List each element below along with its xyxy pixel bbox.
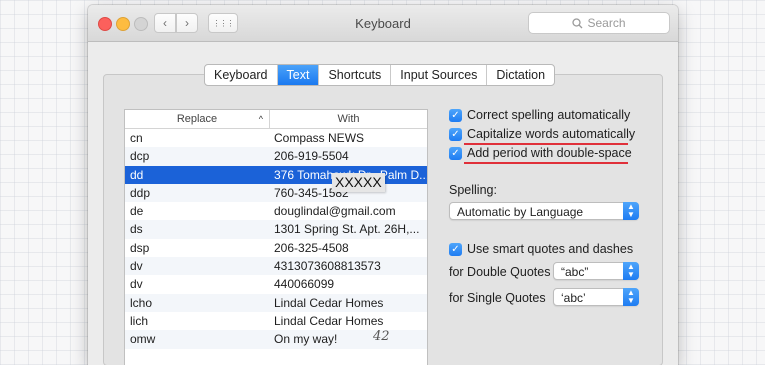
search-field[interactable]: Search: [528, 12, 670, 34]
double-quotes-select[interactable]: “abc” ▲ ▼: [553, 262, 639, 280]
double-quotes-label: for Double Quotes: [449, 265, 551, 279]
title-bar: ‹ › ⋮⋮⋮ Keyboard Search: [88, 5, 678, 42]
capitalize-words-checkbox[interactable]: ✓ Capitalize words automatically: [449, 127, 635, 141]
search-icon: [572, 17, 583, 28]
table-row[interactable]: dcp 206-919-5504: [125, 147, 427, 166]
handwritten-number: 42: [373, 329, 390, 344]
table-row[interactable]: ds 1301 Spring St. Apt. 26H,...: [125, 220, 427, 239]
table-row[interactable]: dv 440066099: [125, 275, 427, 293]
table-row[interactable]: lcho Lindal Cedar Homes: [125, 293, 427, 312]
chevron-updown-icon: ▲ ▼: [623, 202, 639, 220]
with-cell: douglindal@gmail.com: [274, 204, 396, 219]
tab-bar: Keyboard Text Shortcuts Input Sources Di…: [204, 64, 556, 86]
replace-cell: dv: [130, 259, 143, 274]
table-row[interactable]: lich Lindal Cedar Homes: [125, 312, 427, 330]
tab-text[interactable]: Text: [277, 65, 320, 85]
correct-spelling-checkbox[interactable]: ✓ Correct spelling automatically: [449, 108, 630, 122]
with-cell: Lindal Cedar Homes: [274, 313, 384, 328]
replace-cell: ddp: [130, 185, 151, 200]
tab-dictation[interactable]: Dictation: [487, 65, 554, 85]
chevron-updown-icon: ▲ ▼: [623, 288, 639, 306]
red-underline-annotation: [464, 143, 628, 145]
with-cell: 4313073608813573: [274, 259, 381, 274]
replace-cell: dd: [130, 167, 144, 182]
replace-cell: de: [130, 204, 144, 219]
table-row[interactable]: cn Compass NEWS: [125, 129, 427, 147]
tab-input-sources[interactable]: Input Sources: [391, 65, 488, 85]
replace-cell: cn: [130, 131, 143, 145]
replace-cell: lcho: [130, 295, 153, 310]
spelling-label: Spelling:: [449, 183, 497, 197]
sort-ascending-icon: ^: [258, 114, 263, 124]
smart-quotes-checkbox[interactable]: ✓ Use smart quotes and dashes: [449, 242, 633, 256]
checkmark-icon: ✓: [449, 127, 462, 141]
checkmark-icon: ✓: [449, 108, 462, 122]
table-row[interactable]: dv 4313073608813573: [125, 257, 427, 276]
with-cell: On my way!: [274, 332, 338, 347]
table-body: cn Compass NEWS dcp 206-919-5504 dd 376 Tom…: [125, 129, 427, 349]
replace-cell: dv: [130, 277, 143, 292]
column-header-replace[interactable]: Replace ^: [125, 110, 270, 128]
add-period-checkbox[interactable]: ✓ Add period with double-space: [449, 146, 632, 160]
red-underline-annotation: [464, 162, 628, 164]
replace-cell: ds: [130, 222, 143, 237]
table-header: Replace ^ With: [125, 110, 427, 129]
tab-shortcuts[interactable]: Shortcuts: [319, 65, 392, 85]
keyboard-preferences-window: ‹ › ⋮⋮⋮ Keyboard Search Keyboard Text Sh…: [88, 5, 678, 365]
checkmark-icon: ✓: [449, 242, 462, 256]
redaction-label: XXXXX: [332, 173, 385, 192]
with-cell: 206-919-5504: [274, 149, 349, 164]
with-cell: 206-325-4508: [274, 240, 349, 255]
replace-cell: omw: [130, 332, 156, 347]
with-cell: Lindal Cedar Homes: [274, 295, 384, 310]
column-header-with[interactable]: With: [270, 110, 427, 128]
replace-cell: dcp: [130, 149, 150, 164]
text-replacement-table[interactable]: Replace ^ With cn Compass NEWS dcp 206-919…: [124, 109, 428, 365]
table-row[interactable]: de douglindal@gmail.com: [125, 202, 427, 220]
search-placeholder: Search: [587, 16, 626, 30]
with-cell: Compass NEWS: [274, 131, 365, 145]
with-cell: 1301 Spring St. Apt. 26H,...: [274, 222, 420, 237]
single-quotes-select[interactable]: ‘abc’ ▲ ▼: [553, 288, 639, 306]
with-cell: 440066099: [274, 277, 335, 292]
checkmark-icon: ✓: [449, 146, 462, 160]
tab-keyboard[interactable]: Keyboard: [205, 65, 278, 85]
table-row[interactable]: dsp 206-325-4508: [125, 239, 427, 257]
replace-cell: lich: [130, 313, 149, 328]
single-quotes-label: for Single Quotes: [449, 291, 546, 305]
spelling-language-select[interactable]: Automatic by Language ▲ ▼: [449, 202, 639, 220]
chevron-updown-icon: ▲ ▼: [623, 262, 639, 280]
replace-cell: dsp: [130, 240, 150, 255]
